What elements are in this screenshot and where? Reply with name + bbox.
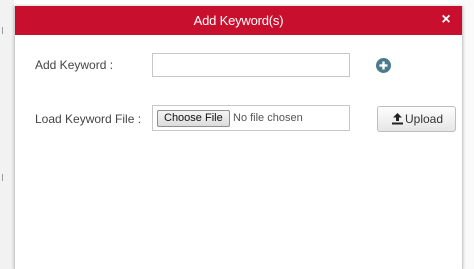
keyword-file-input[interactable]: Choose File No file chosen xyxy=(152,105,350,131)
close-icon[interactable]: × xyxy=(438,12,454,28)
dialog-titlebar: Add Keyword(s) × xyxy=(15,6,462,35)
choose-file-button[interactable]: Choose File xyxy=(157,110,230,127)
add-keyword-label: Add Keyword : xyxy=(35,58,114,72)
add-keywords-dialog: Add Keyword(s) × Add Keyword : Load Keyw… xyxy=(14,6,463,269)
edge-mark xyxy=(2,174,3,181)
no-file-chosen-text: No file chosen xyxy=(233,112,303,124)
dialog-title: Add Keyword(s) xyxy=(193,13,284,28)
plus-circle-icon[interactable] xyxy=(376,58,391,73)
load-keyword-file-label: Load Keyword File : xyxy=(35,112,142,126)
add-keyword-input[interactable] xyxy=(152,53,350,77)
edge-mark xyxy=(2,27,3,34)
upload-icon xyxy=(392,113,403,125)
background-page-edge-right xyxy=(463,0,474,269)
upload-button[interactable]: Upload xyxy=(377,106,456,132)
background-page-edge xyxy=(0,0,14,269)
upload-label: Upload xyxy=(405,112,444,126)
